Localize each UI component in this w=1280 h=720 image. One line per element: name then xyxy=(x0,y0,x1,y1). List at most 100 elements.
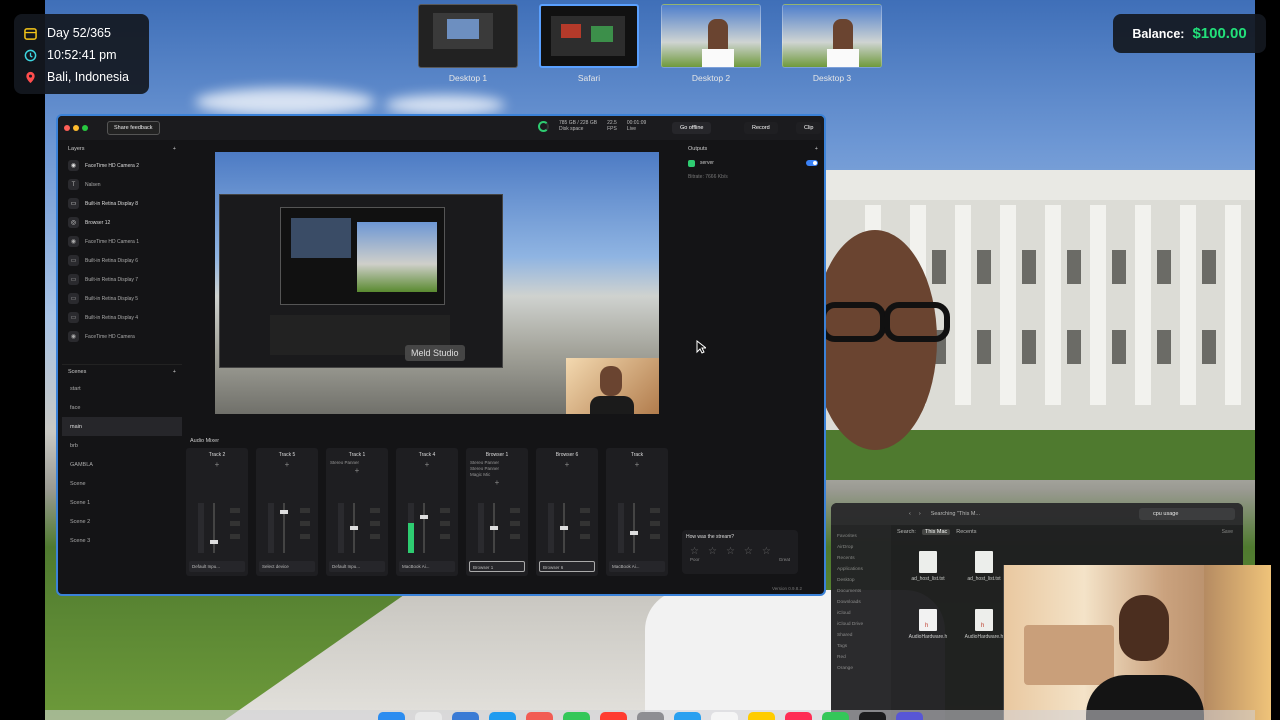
scene-item[interactable]: start xyxy=(62,379,182,398)
device-select[interactable]: Default Inpu... xyxy=(329,561,385,572)
space-desktop-2[interactable]: Desktop 2 xyxy=(661,4,761,83)
solo-button[interactable] xyxy=(580,521,590,526)
dock-app-icon[interactable] xyxy=(784,712,812,720)
device-select[interactable]: Browser 6 xyxy=(539,561,595,572)
solo-button[interactable] xyxy=(370,521,380,526)
edit-button[interactable] xyxy=(510,508,520,513)
scene-item[interactable]: GAMBLA xyxy=(62,455,182,474)
close-window-button[interactable] xyxy=(64,125,70,131)
star-icon[interactable]: ☆ xyxy=(726,547,735,557)
add-filter-button[interactable]: + xyxy=(536,460,598,469)
sidebar-item[interactable]: AirDrop xyxy=(837,542,885,553)
sidebar-item[interactable]: iCloud Drive xyxy=(837,619,885,630)
zoom-window-button[interactable] xyxy=(82,125,88,131)
layer-item[interactable]: T Nalsen xyxy=(62,175,182,194)
sidebar-item[interactable]: Orange xyxy=(837,663,885,674)
layer-item[interactable]: ◉ FaceTime HD Camera xyxy=(62,327,182,346)
mute-button[interactable] xyxy=(580,534,590,539)
layer-item[interactable]: ▭ Built-in Retina Display 7 xyxy=(62,270,182,289)
layer-item[interactable]: ◉ FaceTime HD Camera 1 xyxy=(62,232,182,251)
fader-knob[interactable] xyxy=(490,526,498,530)
star-icon[interactable]: ☆ xyxy=(690,547,699,557)
output-server[interactable]: server xyxy=(682,156,824,170)
dock-app-icon[interactable] xyxy=(488,712,516,720)
mute-button[interactable] xyxy=(300,534,310,539)
volume-fader[interactable] xyxy=(210,503,218,553)
add-layer-button[interactable]: + xyxy=(173,146,176,152)
scope-this-mac[interactable]: This Mac xyxy=(921,529,951,535)
add-filter-button[interactable]: + xyxy=(326,466,388,475)
star-icon[interactable]: ☆ xyxy=(708,547,717,557)
volume-fader[interactable] xyxy=(560,503,568,553)
scene-item[interactable]: Scene xyxy=(62,474,182,493)
solo-button[interactable] xyxy=(440,521,450,526)
sidebar-item[interactable]: Documents xyxy=(837,586,885,597)
volume-fader[interactable] xyxy=(350,503,358,553)
scene-item[interactable]: main xyxy=(62,417,182,436)
fader-knob[interactable] xyxy=(210,540,218,544)
mute-button[interactable] xyxy=(510,534,520,539)
scene-preview[interactable]: Meld Studio xyxy=(215,152,659,414)
go-offline-button[interactable]: Go offline xyxy=(672,122,712,134)
scope-recents[interactable]: Recents xyxy=(956,529,976,535)
star-icon[interactable]: ☆ xyxy=(762,547,771,557)
dock-app-icon[interactable] xyxy=(673,712,701,720)
mute-button[interactable] xyxy=(440,534,450,539)
dock-app-icon[interactable] xyxy=(599,712,627,720)
space-desktop-3[interactable]: Desktop 3 xyxy=(782,4,882,83)
space-safari[interactable]: Safari xyxy=(539,4,639,83)
add-output-button[interactable]: + xyxy=(815,146,818,152)
sidebar-item[interactable]: Applications xyxy=(837,564,885,575)
scene-item[interactable]: Scene 3 xyxy=(62,531,182,550)
mute-button[interactable] xyxy=(370,534,380,539)
layer-item[interactable]: ▭ Built-in Retina Display 6 xyxy=(62,251,182,270)
solo-button[interactable] xyxy=(300,521,310,526)
scene-item[interactable]: brb xyxy=(62,436,182,455)
star-icon[interactable]: ☆ xyxy=(744,547,753,557)
finder-forward-icon[interactable]: › xyxy=(919,511,921,517)
mute-button[interactable] xyxy=(650,534,660,539)
mute-button[interactable] xyxy=(230,534,240,539)
clip-button[interactable]: Clip xyxy=(796,122,822,134)
edit-button[interactable] xyxy=(230,508,240,513)
edit-button[interactable] xyxy=(370,508,380,513)
dock-app-icon[interactable] xyxy=(747,712,775,720)
record-button[interactable]: Record xyxy=(744,122,778,134)
add-filter-button[interactable]: + xyxy=(606,460,668,469)
fader-knob[interactable] xyxy=(280,510,288,514)
finder-search-field[interactable]: cpu usage xyxy=(1139,508,1235,520)
dock-app-icon[interactable] xyxy=(821,712,849,720)
add-filter-button[interactable]: + xyxy=(256,460,318,469)
layer-item[interactable]: ▭ Built-in Retina Display 5 xyxy=(62,289,182,308)
file-item[interactable]: ad_host_list.txt xyxy=(901,551,955,582)
dock-app-icon[interactable] xyxy=(710,712,738,720)
edit-button[interactable] xyxy=(440,508,450,513)
sidebar-item[interactable]: Red xyxy=(837,652,885,663)
dock-app-icon[interactable] xyxy=(414,712,442,720)
fader-knob[interactable] xyxy=(560,526,568,530)
dock-app-icon[interactable] xyxy=(451,712,479,720)
volume-fader[interactable] xyxy=(280,503,288,553)
share-feedback-button[interactable]: Share feedback xyxy=(107,121,160,135)
solo-button[interactable] xyxy=(650,521,660,526)
dock-app-icon[interactable] xyxy=(636,712,664,720)
save-search-button[interactable]: Save xyxy=(1222,529,1233,535)
edit-button[interactable] xyxy=(580,508,590,513)
scene-item[interactable]: Scene 2 xyxy=(62,512,182,531)
add-filter-button[interactable]: + xyxy=(186,460,248,469)
layer-item[interactable]: ◉ FaceTime HD Camera 2 xyxy=(62,156,182,175)
fader-knob[interactable] xyxy=(630,531,638,535)
sidebar-item[interactable]: Recents xyxy=(837,553,885,564)
add-filter-button[interactable]: + xyxy=(466,478,528,487)
layer-item[interactable]: ▭ Built-in Retina Display 4 xyxy=(62,308,182,327)
layer-item[interactable]: ◎ Browser 12 xyxy=(62,213,182,232)
add-scene-button[interactable]: + xyxy=(173,369,176,375)
finder-back-icon[interactable]: ‹ xyxy=(909,511,911,517)
device-select[interactable]: MacBook Ai... xyxy=(609,561,665,572)
space-desktop-1[interactable]: Desktop 1 xyxy=(418,4,518,83)
sidebar-item[interactable]: Shared xyxy=(837,630,885,641)
sidebar-item[interactable]: Downloads xyxy=(837,597,885,608)
dock-app-icon[interactable] xyxy=(858,712,886,720)
device-select[interactable]: Browser 1 xyxy=(469,561,525,572)
edit-button[interactable] xyxy=(650,508,660,513)
